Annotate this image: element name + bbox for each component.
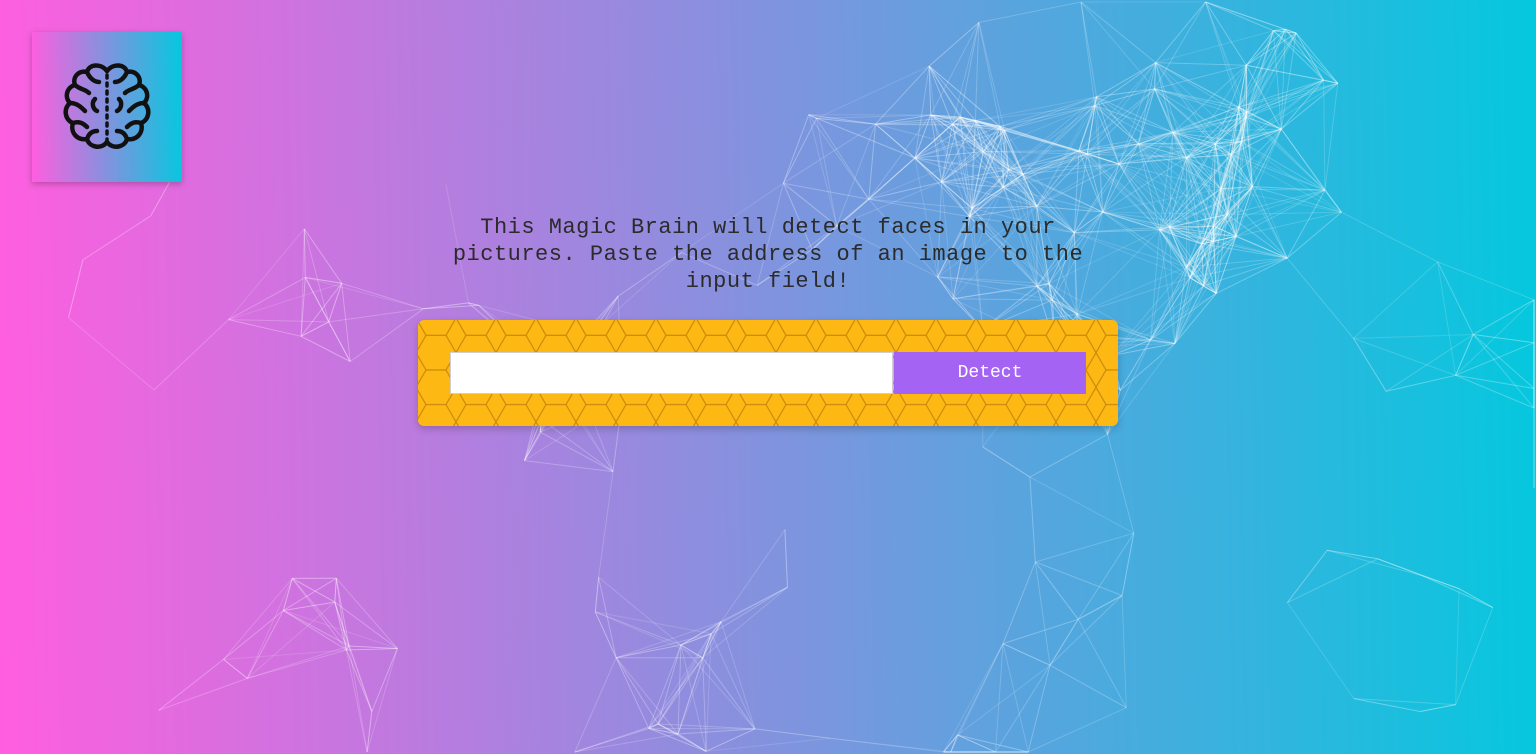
image-url-form: Detect [418,320,1118,426]
logo[interactable] [32,32,182,182]
intro-text: This Magic Brain will detect faces in yo… [452,215,1084,294]
detect-button[interactable]: Detect [894,352,1086,394]
image-url-input[interactable] [450,352,893,394]
brain-icon [63,63,151,149]
